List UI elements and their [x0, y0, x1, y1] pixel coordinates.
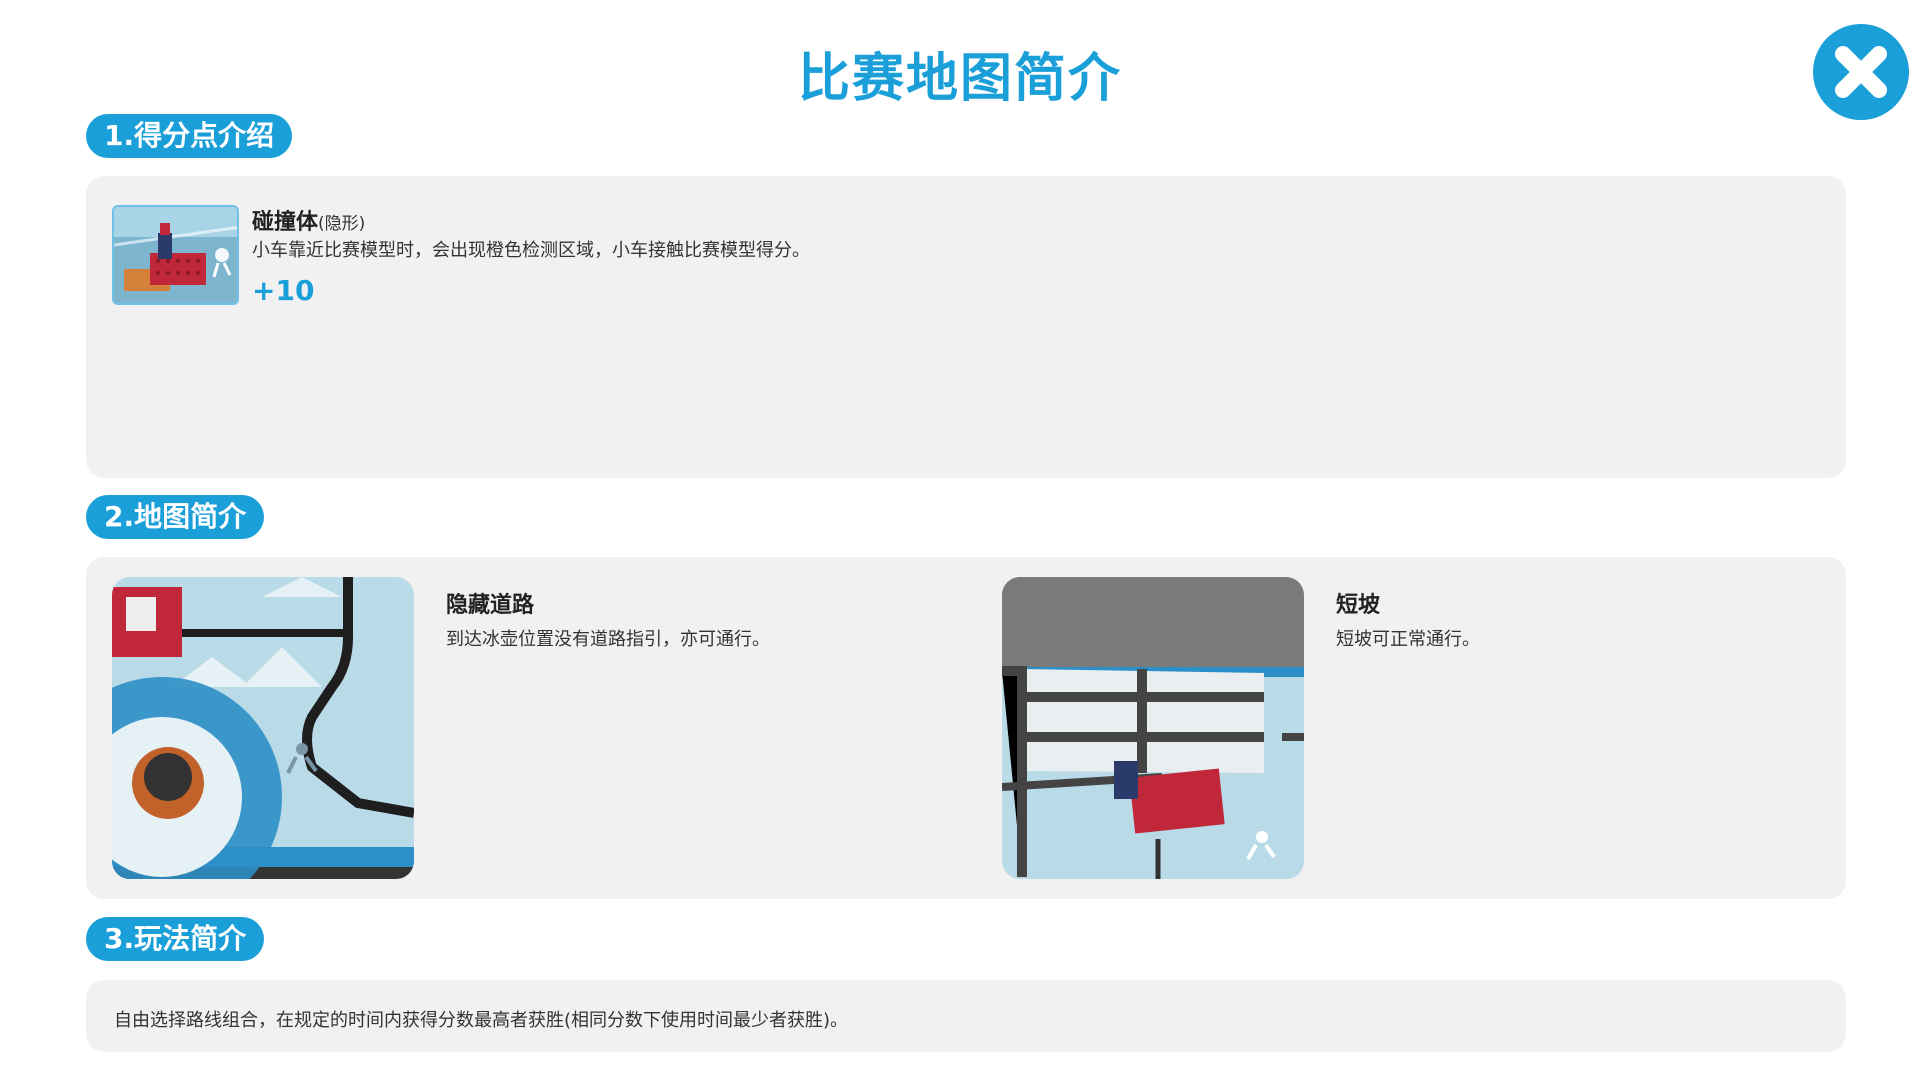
hidden-road-description: 到达冰壶位置没有道路指引，亦可通行。 [446, 629, 770, 650]
hidden-road-image [112, 577, 414, 879]
short-slope-name: 短坡 [1336, 593, 1381, 618]
collider-score: +10 [252, 274, 315, 307]
collider-tag: (隐形) [318, 214, 366, 234]
gameplay-description: 自由选择路线组合，在规定的时间内获得分数最高者获胜(相同分数下使用时间最少者获胜… [114, 1010, 849, 1031]
collider-name-text: 碰撞体 [252, 210, 319, 235]
section-3-label: 3.玩法简介 [86, 917, 265, 961]
section-1-label: 1.得分点介绍 [86, 114, 293, 158]
map-panel: 隐藏道路 到达冰壶位置没有道路指引，亦可通行。 短坡 短坡可正常通行。 [86, 557, 1846, 899]
gameplay-panel: 自由选择路线组合，在规定的时间内获得分数最高者获胜(相同分数下使用时间最少者获胜… [86, 980, 1846, 1052]
section-2-label: 2.地图简介 [86, 495, 265, 539]
scoring-panel: 碰撞体(隐形) 小车靠近比赛模型时，会出现橙色检测区域，小车接触比赛模型得分。 … [86, 176, 1846, 478]
map-intro-page: 比赛地图简介 1.得分点介绍 碰撞体(隐形) 小车靠近比赛模型时，会出现橙色检测… [0, 0, 1920, 1080]
close-button[interactable] [1813, 24, 1909, 120]
hidden-road-name: 隐藏道路 [446, 593, 535, 618]
page-title: 比赛地图简介 [797, 49, 1122, 109]
collider-thumbnail [112, 205, 239, 305]
collider-name: 碰撞体(隐形) [252, 204, 365, 236]
close-icon [1835, 46, 1887, 98]
collider-description: 小车靠近比赛模型时，会出现橙色检测区域，小车接触比赛模型得分。 [252, 240, 810, 261]
short-slope-image [1002, 577, 1304, 879]
short-slope-description: 短坡可正常通行。 [1336, 629, 1480, 650]
